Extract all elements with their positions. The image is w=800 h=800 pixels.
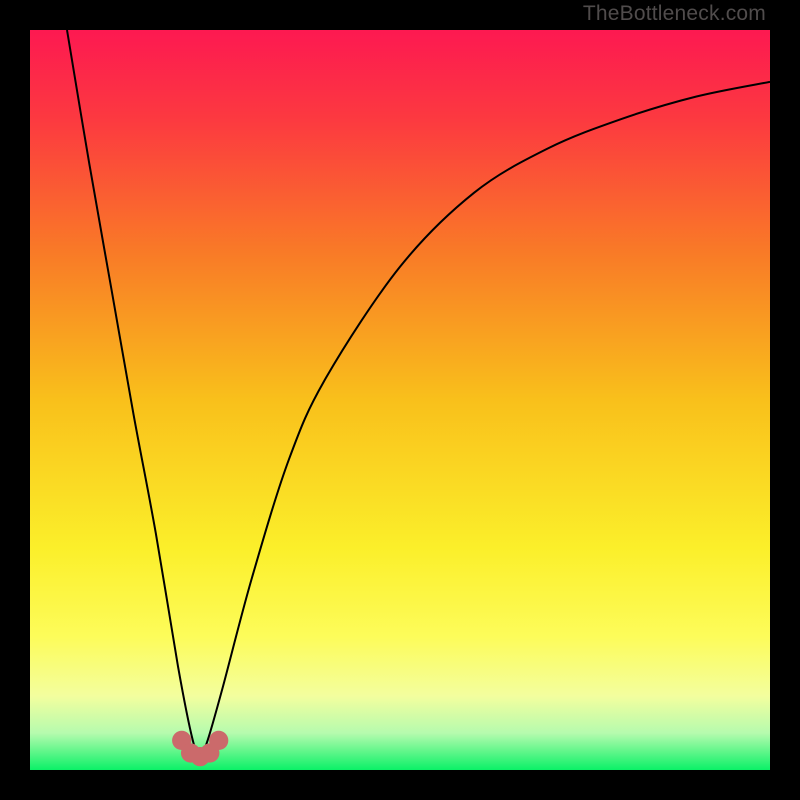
trough-markers <box>172 731 228 767</box>
watermark-text: TheBottleneck.com <box>583 2 766 26</box>
chart-curve-layer <box>30 30 770 770</box>
trough-marker-dot <box>209 731 228 750</box>
chart-plot-area <box>30 30 770 770</box>
bottleneck-curve <box>67 30 770 755</box>
